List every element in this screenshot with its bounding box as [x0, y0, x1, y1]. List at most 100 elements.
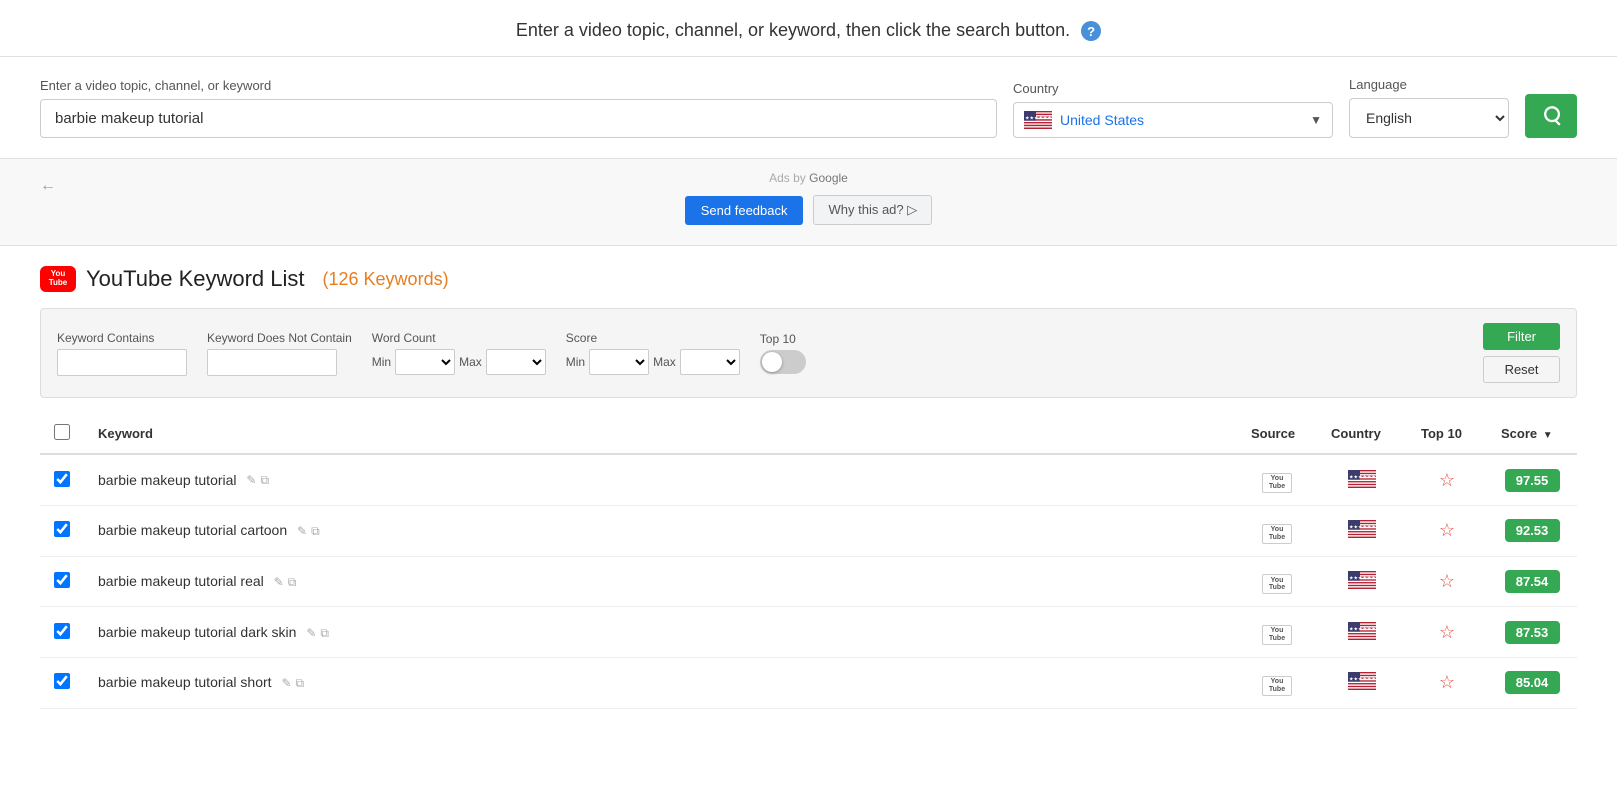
- top10-star-icon[interactable]: ☆: [1439, 622, 1455, 642]
- header-source: Source: [1237, 414, 1317, 454]
- row-score: 92.53: [1487, 505, 1577, 556]
- header-score[interactable]: Score ▼: [1487, 414, 1577, 454]
- search-field-group: Enter a video topic, channel, or keyword: [40, 78, 997, 138]
- keyword-not-contain-input[interactable]: [207, 349, 337, 376]
- keyword-text: barbie makeup tutorial dark skin: [98, 624, 296, 640]
- external-link-icon[interactable]: ⧉: [320, 626, 329, 641]
- row-score: 85.04: [1487, 658, 1577, 709]
- top10-star-icon[interactable]: ☆: [1439, 571, 1455, 591]
- score-max-label: Max: [653, 355, 676, 369]
- word-count-max-select[interactable]: 51015: [486, 349, 546, 375]
- external-link-icon[interactable]: ⧉: [288, 575, 297, 590]
- edit-icon[interactable]: ✎: [281, 676, 291, 691]
- back-arrow[interactable]: ←: [40, 177, 56, 195]
- top10-star-icon[interactable]: ☆: [1439, 520, 1455, 540]
- score-badge: 97.55: [1505, 469, 1560, 492]
- svg-text:★★★★★★: ★★★★★★: [1025, 116, 1052, 122]
- select-all-checkbox[interactable]: [54, 424, 70, 440]
- score-max-select[interactable]: 9095100: [680, 349, 740, 375]
- row-country: ★★★★★★: [1317, 607, 1407, 658]
- row-source: You Tube: [1237, 556, 1317, 607]
- ads-actions: Send feedback Why this ad? ▷: [40, 195, 1577, 225]
- edit-icon[interactable]: ✎: [274, 575, 284, 590]
- keyword-section: YouTube YouTube Keyword List (126 Keywor…: [0, 246, 1617, 708]
- country-flag-icon: ★★★★★★: [1348, 470, 1376, 488]
- youtube-source-icon: You Tube: [1262, 524, 1292, 544]
- top10-star-icon[interactable]: ☆: [1439, 672, 1455, 692]
- table-row: barbie makeup tutorial short ✎ ⧉ You Tub…: [40, 658, 1577, 709]
- row-checkbox[interactable]: [54, 572, 70, 588]
- filter-buttons: Filter Reset: [1483, 323, 1560, 383]
- word-count-min-select[interactable]: 123: [395, 349, 455, 375]
- instruction-text: Enter a video topic, channel, or keyword…: [516, 20, 1070, 40]
- search-button[interactable]: [1525, 94, 1577, 138]
- why-this-ad-button[interactable]: Why this ad? ▷: [813, 195, 932, 225]
- edit-icon[interactable]: ✎: [246, 473, 256, 488]
- row-score: 87.54: [1487, 556, 1577, 607]
- row-country: ★★★★★★: [1317, 454, 1407, 505]
- language-label: Language: [1349, 77, 1509, 92]
- keyword-link-icons: ✎ ⧉: [281, 676, 304, 691]
- row-checkbox[interactable]: [54, 623, 70, 639]
- external-link-icon[interactable]: ⧉: [311, 524, 320, 539]
- table-header-row: Keyword Source Country Top 10 Score ▼: [40, 414, 1577, 454]
- filter-button[interactable]: Filter: [1483, 323, 1560, 350]
- score-label: Score: [566, 331, 740, 345]
- top10-toggle[interactable]: [760, 350, 806, 374]
- row-checkbox-cell: [40, 658, 84, 709]
- help-icon[interactable]: ?: [1081, 21, 1101, 41]
- svg-text:★★★★★★: ★★★★★★: [1349, 575, 1376, 581]
- row-checkbox[interactable]: [54, 471, 70, 487]
- keyword-text: barbie makeup tutorial: [98, 472, 237, 488]
- edit-icon[interactable]: ✎: [297, 524, 307, 539]
- row-top10: ☆: [1407, 556, 1487, 607]
- row-keyword: barbie makeup tutorial short ✎ ⧉: [84, 658, 1237, 709]
- row-checkbox-cell: [40, 505, 84, 556]
- row-score: 97.55: [1487, 454, 1577, 505]
- row-keyword: barbie makeup tutorial ✎ ⧉: [84, 454, 1237, 505]
- reset-button[interactable]: Reset: [1483, 356, 1560, 383]
- top10-star-icon[interactable]: ☆: [1439, 470, 1455, 490]
- external-link-icon[interactable]: ⧉: [296, 676, 305, 691]
- keyword-contains-label: Keyword Contains: [57, 331, 187, 345]
- keyword-text: barbie makeup tutorial real: [98, 573, 264, 589]
- country-select[interactable]: ★★★★★★ United States ▼: [1013, 102, 1333, 138]
- edit-icon[interactable]: ✎: [306, 626, 316, 641]
- search-input[interactable]: [40, 99, 997, 138]
- row-source: You Tube: [1237, 505, 1317, 556]
- row-source: You Tube: [1237, 607, 1317, 658]
- row-checkbox-cell: [40, 454, 84, 505]
- header-top10: Top 10: [1407, 414, 1487, 454]
- country-flag-icon: ★★★★★★: [1348, 672, 1376, 690]
- language-group: Language English Spanish French: [1349, 77, 1509, 138]
- row-country: ★★★★★★: [1317, 556, 1407, 607]
- score-min-select[interactable]: 507080: [589, 349, 649, 375]
- row-top10: ☆: [1407, 658, 1487, 709]
- ads-by-label: Ads by Google: [40, 171, 1577, 185]
- score-badge: 87.54: [1505, 570, 1560, 593]
- keyword-contains-input[interactable]: [57, 349, 187, 376]
- score-min-label: Min: [566, 355, 585, 369]
- row-source: You Tube: [1237, 454, 1317, 505]
- row-checkbox[interactable]: [54, 673, 70, 689]
- send-feedback-button[interactable]: Send feedback: [685, 196, 804, 225]
- language-select[interactable]: English Spanish French: [1349, 98, 1509, 138]
- youtube-logo-icon: YouTube: [40, 266, 76, 292]
- external-link-icon[interactable]: ⧉: [260, 473, 269, 488]
- country-label: Country: [1013, 81, 1333, 96]
- score-badge: 92.53: [1505, 519, 1560, 542]
- country-flag-icon: ★★★★★★: [1348, 571, 1376, 589]
- youtube-source-icon: You Tube: [1262, 676, 1292, 696]
- row-keyword: barbie makeup tutorial dark skin ✎ ⧉: [84, 607, 1237, 658]
- score-badge: 87.53: [1505, 621, 1560, 644]
- keyword-table: Keyword Source Country Top 10 Score ▼ ba…: [40, 414, 1577, 708]
- score-badge: 85.04: [1505, 671, 1560, 694]
- youtube-source-icon: You Tube: [1262, 625, 1292, 645]
- search-icon: [1540, 105, 1562, 127]
- keyword-not-contain-group: Keyword Does Not Contain: [207, 331, 352, 376]
- keyword-title-row: YouTube YouTube Keyword List (126 Keywor…: [40, 266, 1577, 292]
- search-section: Enter a video topic, channel, or keyword…: [0, 57, 1617, 159]
- row-checkbox[interactable]: [54, 521, 70, 537]
- country-flag-icon: ★★★★★★: [1348, 622, 1376, 640]
- row-score: 87.53: [1487, 607, 1577, 658]
